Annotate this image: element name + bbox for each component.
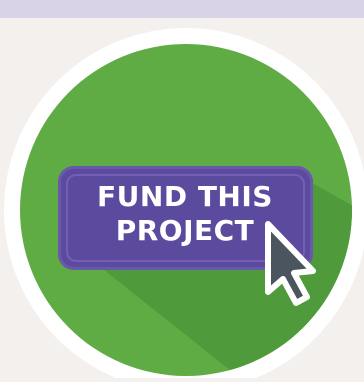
button-label-line1: FUND THIS xyxy=(97,180,273,213)
button-label: FUND THIS PROJECT xyxy=(60,180,310,248)
button-label-line2: PROJECT xyxy=(115,214,255,247)
